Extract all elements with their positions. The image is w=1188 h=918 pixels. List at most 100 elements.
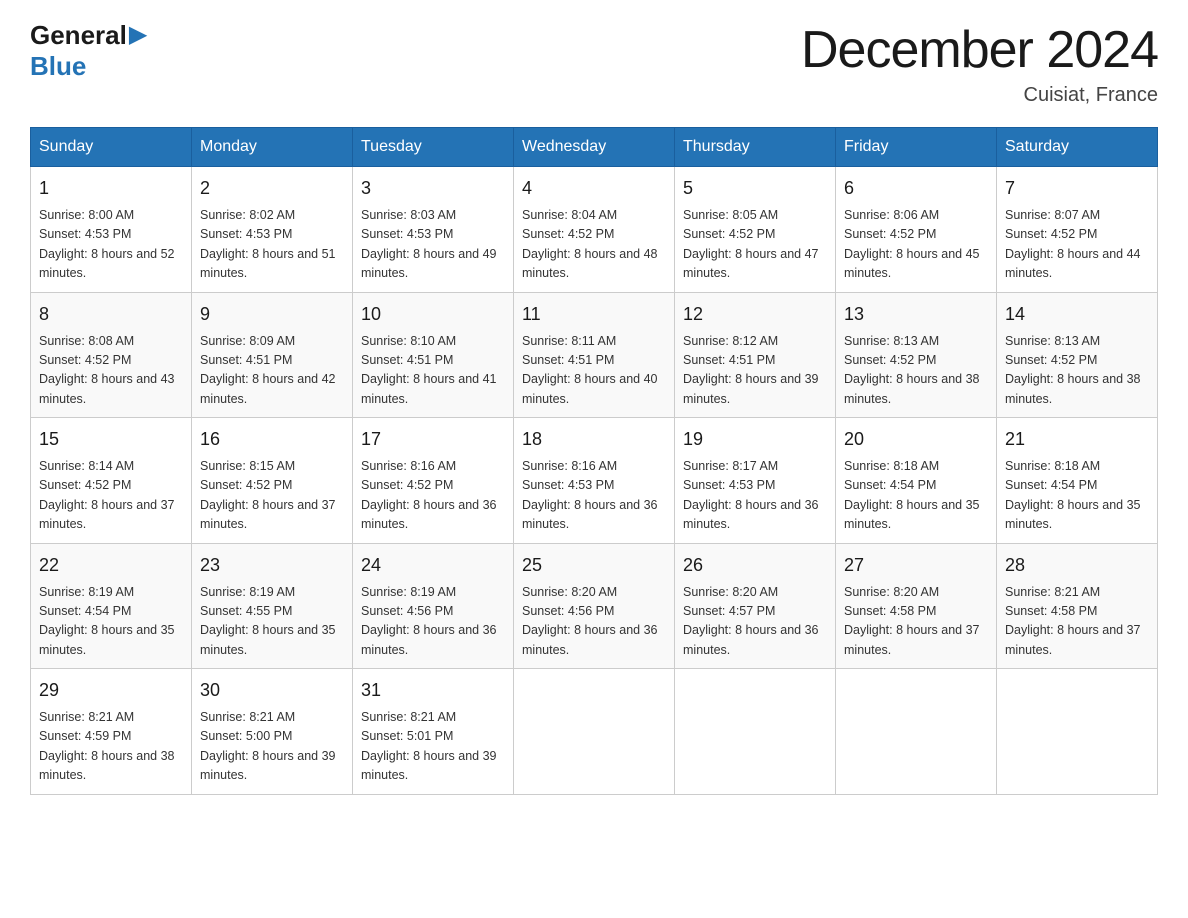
- day-info: Sunrise: 8:08 AMSunset: 4:52 PMDaylight:…: [39, 332, 183, 410]
- day-info: Sunrise: 8:16 AMSunset: 4:53 PMDaylight:…: [522, 457, 666, 535]
- day-info: Sunrise: 8:21 AMSunset: 4:59 PMDaylight:…: [39, 708, 183, 786]
- day-number: 26: [683, 552, 827, 579]
- calendar-cell: 14Sunrise: 8:13 AMSunset: 4:52 PMDayligh…: [997, 292, 1158, 418]
- header-tuesday: Tuesday: [353, 128, 514, 167]
- day-info: Sunrise: 8:16 AMSunset: 4:52 PMDaylight:…: [361, 457, 505, 535]
- calendar-week-row: 8Sunrise: 8:08 AMSunset: 4:52 PMDaylight…: [31, 292, 1158, 418]
- day-info: Sunrise: 8:10 AMSunset: 4:51 PMDaylight:…: [361, 332, 505, 410]
- calendar-cell: 31Sunrise: 8:21 AMSunset: 5:01 PMDayligh…: [353, 669, 514, 795]
- day-info: Sunrise: 8:06 AMSunset: 4:52 PMDaylight:…: [844, 206, 988, 284]
- day-info: Sunrise: 8:02 AMSunset: 4:53 PMDaylight:…: [200, 206, 344, 284]
- calendar-cell: 29 Sunrise: 8:21 AMSunset: 4:59 PMDayligh…: [31, 669, 192, 795]
- calendar-cell: 22 Sunrise: 8:19 AMSunset: 4:54 PMDayligh…: [31, 543, 192, 669]
- calendar-cell: [514, 669, 675, 795]
- day-number: 14: [1005, 301, 1149, 328]
- day-number: 16: [200, 426, 344, 453]
- calendar-cell: 19 Sunrise: 8:17 AMSunset: 4:53 PMDayligh…: [675, 418, 836, 544]
- day-info: Sunrise: 8:07 AMSunset: 4:52 PMDaylight:…: [1005, 206, 1149, 284]
- calendar-cell: 25Sunrise: 8:20 AMSunset: 4:56 PMDayligh…: [514, 543, 675, 669]
- month-title: December 2024: [801, 20, 1158, 80]
- day-info: Sunrise: 8:20 AMSunset: 4:58 PMDaylight:…: [844, 583, 988, 661]
- day-number: 21: [1005, 426, 1149, 453]
- day-info: Sunrise: 8:12 AMSunset: 4:51 PMDaylight:…: [683, 332, 827, 410]
- day-info: Sunrise: 8:04 AMSunset: 4:52 PMDaylight:…: [522, 206, 666, 284]
- day-number: 18: [522, 426, 666, 453]
- calendar-cell: 8Sunrise: 8:08 AMSunset: 4:52 PMDaylight…: [31, 292, 192, 418]
- calendar-cell: 5 Sunrise: 8:05 AMSunset: 4:52 PMDaylight…: [675, 167, 836, 293]
- calendar-cell: 17 Sunrise: 8:16 AMSunset: 4:52 PMDayligh…: [353, 418, 514, 544]
- calendar-cell: 28Sunrise: 8:21 AMSunset: 4:58 PMDayligh…: [997, 543, 1158, 669]
- day-info: Sunrise: 8:19 AMSunset: 4:55 PMDaylight:…: [200, 583, 344, 661]
- calendar-cell: 21 Sunrise: 8:18 AMSunset: 4:54 PMDayligh…: [997, 418, 1158, 544]
- day-number: 19: [683, 426, 827, 453]
- calendar-cell: [997, 669, 1158, 795]
- day-info: Sunrise: 8:19 AMSunset: 4:56 PMDaylight:…: [361, 583, 505, 661]
- calendar-cell: 26 Sunrise: 8:20 AMSunset: 4:57 PMDayligh…: [675, 543, 836, 669]
- day-info: Sunrise: 8:17 AMSunset: 4:53 PMDaylight:…: [683, 457, 827, 535]
- calendar-week-row: 22 Sunrise: 8:19 AMSunset: 4:54 PMDayligh…: [31, 543, 1158, 669]
- day-info: Sunrise: 8:05 AMSunset: 4:52 PMDaylight:…: [683, 206, 827, 284]
- calendar-week-row: 15Sunrise: 8:14 AMSunset: 4:52 PMDayligh…: [31, 418, 1158, 544]
- logo-arrow-icon: ▶: [129, 21, 147, 50]
- day-number: 29: [39, 677, 183, 704]
- calendar-cell: 27 Sunrise: 8:20 AMSunset: 4:58 PMDayligh…: [836, 543, 997, 669]
- calendar-cell: [675, 669, 836, 795]
- title-section: December 2024 Cuisiat, France: [801, 20, 1158, 107]
- day-info: Sunrise: 8:18 AMSunset: 4:54 PMDaylight:…: [1005, 457, 1149, 535]
- day-number: 6: [844, 175, 988, 202]
- calendar-cell: [836, 669, 997, 795]
- day-number: 24: [361, 552, 505, 579]
- logo-blue-text: Blue: [30, 51, 86, 82]
- day-info: Sunrise: 8:20 AMSunset: 4:57 PMDaylight:…: [683, 583, 827, 661]
- header-thursday: Thursday: [675, 128, 836, 167]
- calendar-cell: 1Sunrise: 8:00 AMSunset: 4:53 PMDaylight…: [31, 167, 192, 293]
- calendar-cell: 18 Sunrise: 8:16 AMSunset: 4:53 PMDayligh…: [514, 418, 675, 544]
- day-info: Sunrise: 8:21 AMSunset: 5:01 PMDaylight:…: [361, 708, 505, 786]
- calendar-table: SundayMondayTuesdayWednesdayThursdayFrid…: [30, 127, 1158, 795]
- calendar-cell: 2Sunrise: 8:02 AMSunset: 4:53 PMDaylight…: [192, 167, 353, 293]
- day-number: 9: [200, 301, 344, 328]
- day-info: Sunrise: 8:15 AMSunset: 4:52 PMDaylight:…: [200, 457, 344, 535]
- day-number: 22: [39, 552, 183, 579]
- calendar-cell: 9Sunrise: 8:09 AMSunset: 4:51 PMDaylight…: [192, 292, 353, 418]
- calendar-cell: 13 Sunrise: 8:13 AMSunset: 4:52 PMDayligh…: [836, 292, 997, 418]
- header-wednesday: Wednesday: [514, 128, 675, 167]
- day-info: Sunrise: 8:21 AMSunset: 5:00 PMDaylight:…: [200, 708, 344, 786]
- day-info: Sunrise: 8:13 AMSunset: 4:52 PMDaylight:…: [844, 332, 988, 410]
- day-info: Sunrise: 8:18 AMSunset: 4:54 PMDaylight:…: [844, 457, 988, 535]
- calendar-cell: 24 Sunrise: 8:19 AMSunset: 4:56 PMDayligh…: [353, 543, 514, 669]
- calendar-cell: 23 Sunrise: 8:19 AMSunset: 4:55 PMDayligh…: [192, 543, 353, 669]
- day-number: 25: [522, 552, 666, 579]
- day-number: 5: [683, 175, 827, 202]
- calendar-cell: 11Sunrise: 8:11 AMSunset: 4:51 PMDayligh…: [514, 292, 675, 418]
- header-monday: Monday: [192, 128, 353, 167]
- day-number: 10: [361, 301, 505, 328]
- header-friday: Friday: [836, 128, 997, 167]
- calendar-cell: 10 Sunrise: 8:10 AMSunset: 4:51 PMDayligh…: [353, 292, 514, 418]
- calendar-week-row: 29 Sunrise: 8:21 AMSunset: 4:59 PMDayligh…: [31, 669, 1158, 795]
- calendar-cell: 3Sunrise: 8:03 AMSunset: 4:53 PMDaylight…: [353, 167, 514, 293]
- calendar-cell: 12 Sunrise: 8:12 AMSunset: 4:51 PMDayligh…: [675, 292, 836, 418]
- header-saturday: Saturday: [997, 128, 1158, 167]
- day-info: Sunrise: 8:21 AMSunset: 4:58 PMDaylight:…: [1005, 583, 1149, 661]
- calendar-cell: 4Sunrise: 8:04 AMSunset: 4:52 PMDaylight…: [514, 167, 675, 293]
- day-number: 12: [683, 301, 827, 328]
- day-number: 15: [39, 426, 183, 453]
- calendar-cell: 30 Sunrise: 8:21 AMSunset: 5:00 PMDayligh…: [192, 669, 353, 795]
- day-number: 27: [844, 552, 988, 579]
- day-info: Sunrise: 8:19 AMSunset: 4:54 PMDaylight:…: [39, 583, 183, 661]
- logo: General ▶ Blue: [30, 20, 147, 82]
- calendar-cell: 20Sunrise: 8:18 AMSunset: 4:54 PMDayligh…: [836, 418, 997, 544]
- day-number: 30: [200, 677, 344, 704]
- calendar-cell: 6 Sunrise: 8:06 AMSunset: 4:52 PMDaylight…: [836, 167, 997, 293]
- day-number: 13: [844, 301, 988, 328]
- day-number: 3: [361, 175, 505, 202]
- location-text: Cuisiat, France: [801, 84, 1158, 107]
- calendar-cell: 7Sunrise: 8:07 AMSunset: 4:52 PMDaylight…: [997, 167, 1158, 293]
- header-sunday: Sunday: [31, 128, 192, 167]
- day-number: 17: [361, 426, 505, 453]
- calendar-cell: 16 Sunrise: 8:15 AMSunset: 4:52 PMDayligh…: [192, 418, 353, 544]
- calendar-cell: 15Sunrise: 8:14 AMSunset: 4:52 PMDayligh…: [31, 418, 192, 544]
- day-info: Sunrise: 8:11 AMSunset: 4:51 PMDaylight:…: [522, 332, 666, 410]
- day-number: 23: [200, 552, 344, 579]
